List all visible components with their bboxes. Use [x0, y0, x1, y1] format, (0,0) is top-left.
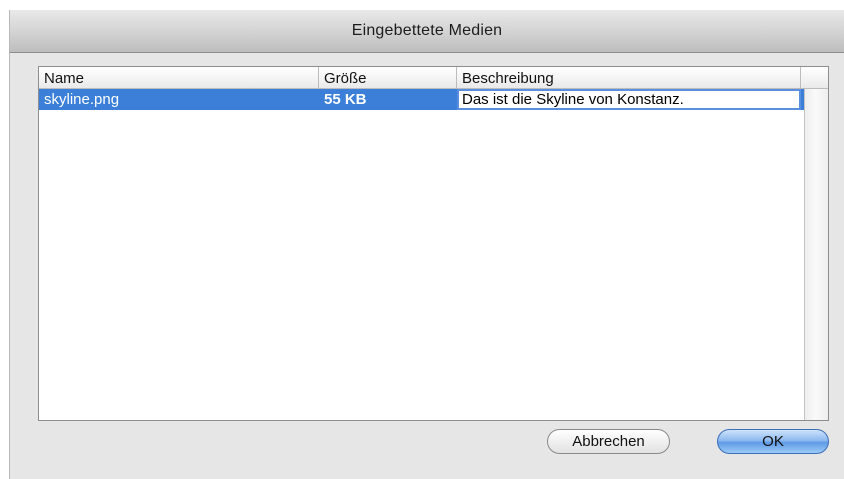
cell-description — [457, 89, 801, 110]
column-header-description[interactable]: Beschreibung — [457, 67, 801, 89]
column-header-spacer — [801, 67, 828, 89]
description-edit-field[interactable] — [457, 89, 801, 110]
column-header-name[interactable]: Name — [39, 67, 319, 89]
media-dialog: Eingebettete Medien Name Größe Beschreib… — [9, 10, 844, 479]
column-header-size[interactable]: Größe — [319, 67, 457, 89]
table-header: Name Größe Beschreibung — [39, 67, 828, 89]
cell-size: 55 KB — [324, 91, 367, 108]
dialog-title: Eingebettete Medien — [351, 22, 503, 39]
vertical-scrollbar[interactable] — [804, 89, 828, 420]
media-table: Name Größe Beschreibung skyline.png 55 K… — [38, 66, 829, 421]
dialog-titlebar: Eingebettete Medien — [10, 10, 844, 53]
ok-button[interactable]: OK — [717, 429, 829, 454]
cancel-button[interactable]: Abbrechen — [547, 429, 670, 454]
table-row[interactable]: skyline.png 55 KB — [39, 89, 805, 110]
cell-name: skyline.png — [44, 91, 120, 108]
